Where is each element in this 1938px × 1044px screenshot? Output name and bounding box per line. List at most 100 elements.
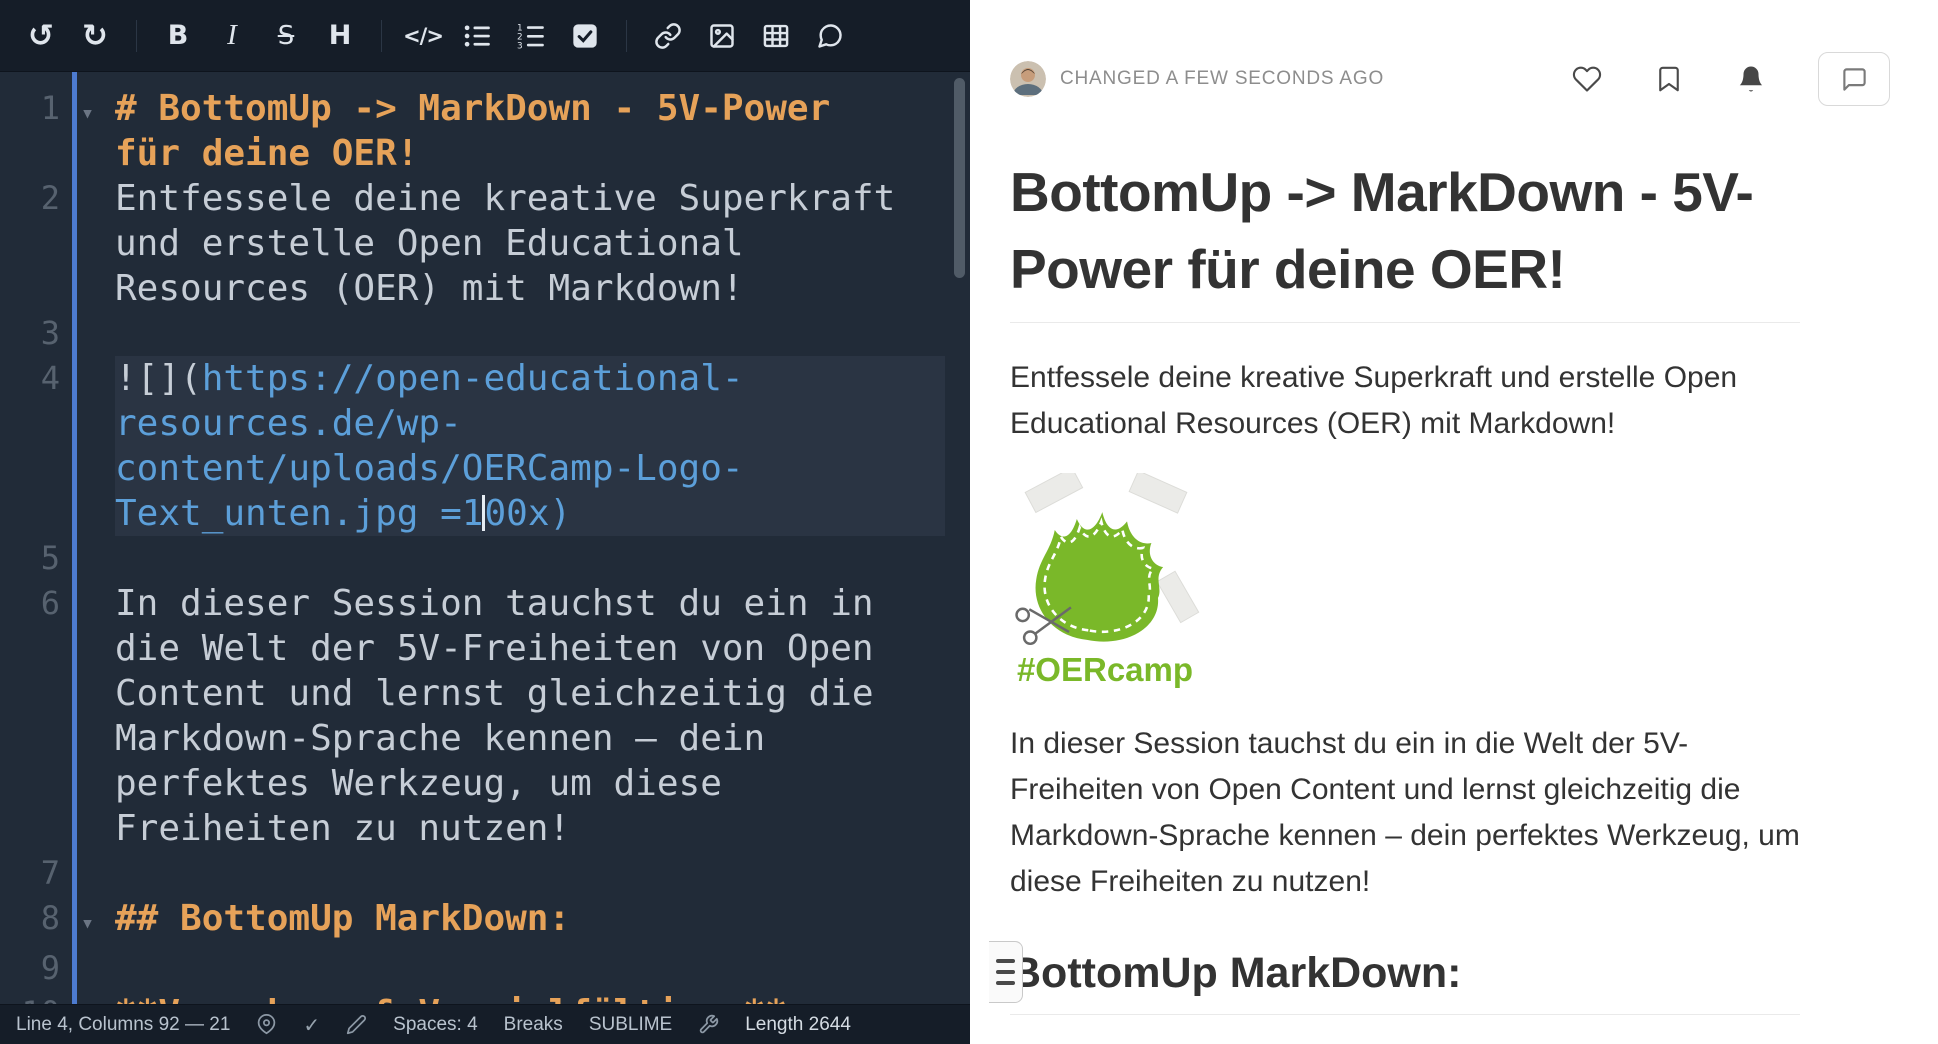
toolbar-separator <box>626 20 627 52</box>
editor-line[interactable]: 2 Entfessele deine kreative Superkraft u… <box>0 176 970 311</box>
line-number: 5 <box>0 536 60 581</box>
check-icon: ✓ <box>303 1013 320 1037</box>
brush-icon[interactable] <box>346 1014 367 1035</box>
comments-button[interactable] <box>1818 52 1890 106</box>
wrench-icon[interactable] <box>698 1014 719 1035</box>
note-header: CHANGED A FEW SECONDS AGO <box>1010 52 1890 106</box>
code-button[interactable]: </> <box>400 12 446 60</box>
redo-button[interactable]: ↻ <box>72 12 118 60</box>
toolbar-separator <box>381 20 382 52</box>
bookmark-icon <box>1654 64 1684 94</box>
chat-bubble-icon <box>1841 66 1868 93</box>
cursor-position-text: Line 4, Columns 92 — 21 <box>16 1014 230 1036</box>
editor-toolbar: ↺ ↻ B I S H </> 1 2 3 <box>0 0 970 72</box>
gutter-accent-bar <box>72 72 77 1004</box>
notifications-button[interactable] <box>1736 64 1766 94</box>
bell-icon <box>1736 64 1766 94</box>
code-icon: </> <box>403 24 443 48</box>
grip-line <box>996 959 1015 963</box>
split-drag-handle[interactable] <box>989 941 1023 1003</box>
code-text: ## BottomUp MarkDown: <box>115 898 570 939</box>
undo-icon: ↺ <box>28 18 54 54</box>
code-text: Text_unten.jpg =100x) <box>115 491 905 536</box>
session-paragraph: In dieser Session tauchst du ein in die … <box>1010 721 1800 905</box>
image-icon <box>708 22 736 50</box>
code-text: resources.de/wp- <box>115 401 905 446</box>
avatar-photo <box>1010 61 1046 97</box>
editor-line[interactable]: 10 **Verwahren & Vervielfältigen** <box>0 991 970 1004</box>
image-button[interactable] <box>699 12 745 60</box>
line-number: 4 <box>0 356 60 401</box>
author-avatar[interactable] <box>1010 61 1046 97</box>
keymap-setting[interactable]: SUBLIME <box>589 1014 672 1036</box>
hackmd-window: ↺ ↻ B I S H </> 1 2 3 <box>0 0 1938 1044</box>
code-text: Entfessele deine kreative Superkraft und… <box>115 178 895 309</box>
link-button[interactable] <box>645 12 691 60</box>
ordered-list-button[interactable]: 1 2 3 <box>508 12 554 60</box>
comment-bubble-icon <box>816 22 844 50</box>
code-text: # BottomUp -> MarkDown - 5V-Power für de… <box>115 88 830 174</box>
editor-line[interactable]: 9 <box>0 946 970 991</box>
editor-line[interactable]: 3 <box>0 311 970 356</box>
comment-button[interactable] <box>807 12 853 60</box>
table-icon <box>762 22 790 50</box>
editor-line[interactable]: 8 ▾ ## BottomUp MarkDown: <box>0 896 970 946</box>
breaks-toggle[interactable]: Breaks <box>504 1014 563 1036</box>
editor-line[interactable]: 7 <box>0 851 970 896</box>
bold-button[interactable]: B <box>155 12 201 60</box>
redo-icon: ↻ <box>82 18 108 54</box>
split-divider[interactable] <box>970 0 989 1044</box>
spaces-setting[interactable]: Spaces: 4 <box>393 1014 478 1036</box>
table-button[interactable] <box>753 12 799 60</box>
strikethrough-button[interactable]: S <box>263 12 309 60</box>
code-text: In dieser Session tauchst du ein in die … <box>115 583 874 849</box>
code-editor[interactable]: 1 ▾ # BottomUp -> MarkDown - 5V-Power fü… <box>0 72 970 1004</box>
ordered-list-icon: 1 2 3 <box>517 22 545 50</box>
fold-chevron-icon[interactable]: ▾ <box>81 911 94 936</box>
oercamp-logo: #OERcamp <box>1010 473 1200 689</box>
editor-line[interactable]: 1 ▾ # BottomUp -> MarkDown - 5V-Power fü… <box>0 86 970 176</box>
fold-gutter: ▾ <box>60 896 115 946</box>
bullet-list-button[interactable] <box>454 12 500 60</box>
line-number: 8 <box>0 896 60 941</box>
note-title: BottomUp -> MarkDown - 5V-Power für dein… <box>1010 154 1800 323</box>
fold-chevron-icon[interactable]: ▾ <box>81 101 94 126</box>
italic-button[interactable]: I <box>209 12 255 60</box>
line-number: 6 <box>0 581 60 626</box>
note-actions <box>1572 52 1890 106</box>
check-list-button[interactable] <box>562 12 608 60</box>
editor-line-active[interactable]: 4 ![](https://open-educational- resource… <box>0 356 970 536</box>
like-button[interactable] <box>1572 64 1602 94</box>
line-number: 10 <box>0 991 60 1004</box>
grip-line <box>996 981 1015 985</box>
undo-button[interactable]: ↺ <box>18 12 64 60</box>
bullet-list-icon <box>463 22 491 50</box>
preview-pane: CHANGED A FEW SECONDS AGO <box>989 0 1938 1044</box>
code-text: ![](https://open-educational- <box>115 356 905 401</box>
toolbar-separator <box>136 20 137 52</box>
last-changed-text: CHANGED A FEW SECONDS AGO <box>1060 68 1384 90</box>
line-number: 9 <box>0 946 60 991</box>
editor-scrollbar-thumb[interactable] <box>954 78 965 278</box>
line-number: 3 <box>0 311 60 356</box>
logo-caption: #OERcamp <box>1010 651 1200 689</box>
line-number: 2 <box>0 176 60 221</box>
line-number: 7 <box>0 851 60 896</box>
oercamp-flame-graphic <box>1010 473 1200 649</box>
heading-button[interactable]: H <box>317 12 363 60</box>
fold-gutter: ▾ <box>60 86 115 136</box>
line-number: 1 <box>0 86 60 131</box>
intro-paragraph: Entfessele deine kreative Superkraft und… <box>1010 355 1800 447</box>
rendered-note: BottomUp -> MarkDown - 5V-Power für dein… <box>1010 154 1800 1015</box>
heading-icon: H <box>329 20 352 51</box>
editor-status-bar: Line 4, Columns 92 — 21 ✓ Spaces: 4 Brea… <box>0 1004 970 1044</box>
document-length-text: Length 2644 <box>745 1014 851 1036</box>
bookmark-button[interactable] <box>1654 64 1684 94</box>
editor-line[interactable]: 5 <box>0 536 970 581</box>
code-text: **Verwahren & Vervielfältigen** <box>115 993 787 1004</box>
code-text: content/uploads/OERCamp-Logo- <box>115 446 905 491</box>
editor-line[interactable]: 6 In dieser Session tauchst du ein in di… <box>0 581 970 851</box>
strikethrough-icon: S <box>278 21 295 51</box>
heart-icon <box>1572 64 1602 94</box>
italic-icon: I <box>227 19 237 52</box>
